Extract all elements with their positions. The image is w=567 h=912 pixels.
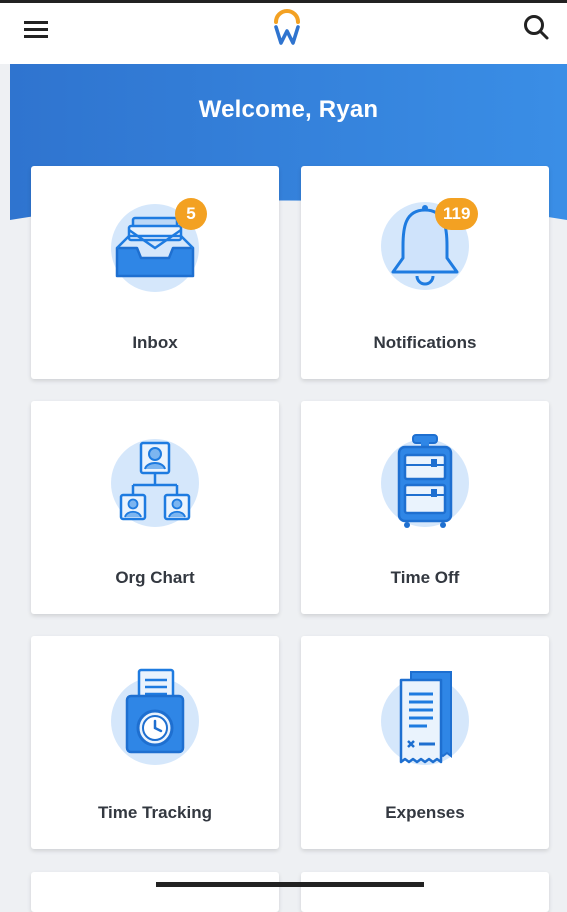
tile-notifications[interactable]: 119 Notifications bbox=[301, 166, 549, 379]
welcome-greeting: Welcome, Ryan bbox=[198, 96, 379, 123]
tile-expenses[interactable]: Expenses bbox=[301, 636, 549, 849]
search-icon[interactable] bbox=[518, 10, 554, 46]
tile-label: Time Off bbox=[390, 568, 460, 587]
time-clock-icon bbox=[111, 668, 199, 765]
tile-partial-left[interactable] bbox=[31, 872, 279, 912]
top-divider bbox=[0, 0, 567, 3]
tile-label: Expenses bbox=[385, 803, 465, 822]
top-app-bar bbox=[0, 0, 567, 64]
hamburger-menu-icon[interactable] bbox=[22, 15, 58, 45]
workday-logo-icon[interactable] bbox=[267, 8, 307, 48]
tile-time-off[interactable]: Time Off bbox=[301, 401, 549, 614]
inbox-count-badge: 5 bbox=[175, 198, 207, 230]
tile-label: Notifications bbox=[373, 333, 477, 352]
org-chart-icon bbox=[111, 439, 199, 527]
notifications-count-badge: 119 bbox=[435, 198, 479, 230]
home-indicator-bar bbox=[156, 882, 424, 887]
suitcase-icon bbox=[381, 434, 469, 528]
tile-partial-right[interactable] bbox=[301, 872, 549, 912]
tile-org-chart[interactable]: Org Chart bbox=[31, 401, 279, 614]
tile-time-tracking[interactable]: Time Tracking bbox=[31, 636, 279, 849]
tile-label: Inbox bbox=[132, 333, 178, 352]
receipt-icon bbox=[381, 671, 469, 765]
tile-inbox[interactable]: 5 Inbox bbox=[31, 166, 279, 379]
tile-label: Time Tracking bbox=[97, 803, 212, 822]
tile-label: Org Chart bbox=[115, 568, 195, 587]
